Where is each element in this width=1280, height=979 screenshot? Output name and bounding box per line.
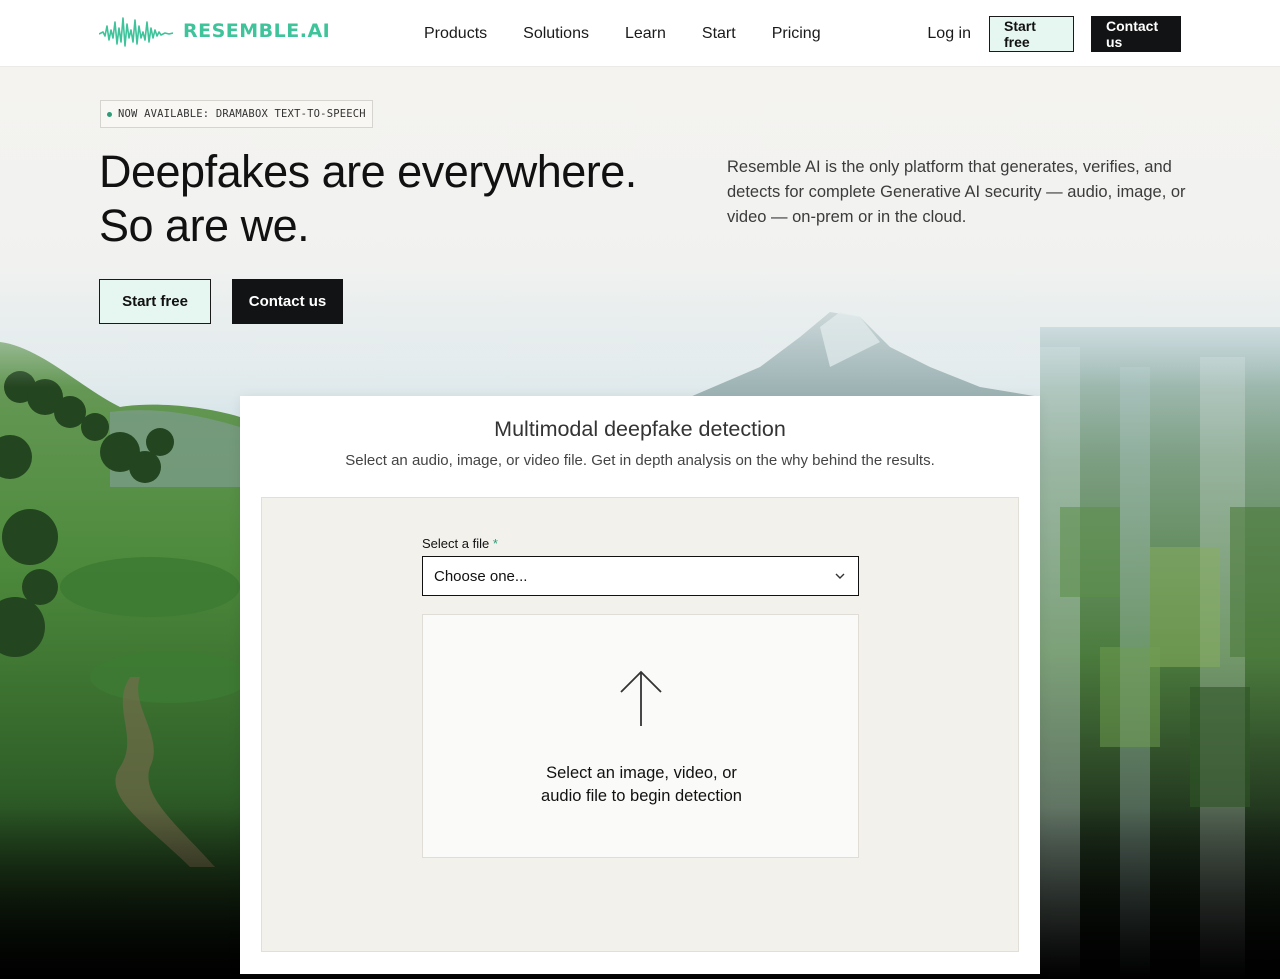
- file-type-select-value: Choose one...: [434, 567, 528, 585]
- hero-description: Resemble AI is the only platform that ge…: [727, 158, 1186, 226]
- nav-actions: Log in Start free Contact us: [927, 0, 1181, 67]
- nav-item-pricing[interactable]: Pricing: [772, 25, 821, 43]
- top-navbar: RESEMBLE.AI Products Solutions Learn Sta…: [0, 0, 1280, 67]
- upload-arrow-icon: [620, 670, 662, 726]
- nav-contact-button[interactable]: Contact us: [1091, 15, 1181, 52]
- detector-subtitle: Select an audio, image, or video file. G…: [345, 452, 935, 469]
- nav-item-start[interactable]: Start: [702, 25, 736, 43]
- primary-nav: Products Solutions Learn Start Pricing: [424, 0, 857, 67]
- detector-panel: Select a file * Choose one... Select an …: [261, 497, 1019, 952]
- nav-start-free-button[interactable]: Start free: [989, 15, 1074, 52]
- nav-item-products[interactable]: Products: [424, 25, 487, 43]
- announcement-badge[interactable]: NOW AVAILABLE: DRAMABOX TEXT-TO-SPEECH: [100, 100, 373, 128]
- file-field-label: Select a file *: [422, 536, 498, 551]
- hero-cta-group: Start free Contact us: [99, 279, 343, 324]
- file-type-select[interactable]: Choose one...: [422, 556, 859, 596]
- dropzone-line-1: Select an image, video, or: [546, 764, 737, 782]
- hero-title-line-2: So are we.: [99, 200, 310, 251]
- waveform-logo-icon: [99, 17, 173, 47]
- dropzone-line-2: audio file to begin detection: [541, 787, 742, 805]
- login-link[interactable]: Log in: [927, 25, 971, 43]
- hero-start-free-button[interactable]: Start free: [99, 279, 211, 324]
- required-asterisk: *: [492, 536, 498, 551]
- nav-item-learn[interactable]: Learn: [625, 25, 666, 43]
- deepfake-detection-card: Multimodal deepfake detection Select an …: [240, 396, 1040, 974]
- file-field-label-text: Select a file: [422, 536, 490, 551]
- chevron-down-icon: [835, 573, 845, 579]
- nav-item-solutions[interactable]: Solutions: [523, 25, 589, 43]
- brand-logo[interactable]: RESEMBLE.AI: [99, 12, 330, 50]
- dropzone-instructions: Select an image, video, or audio file to…: [423, 762, 860, 808]
- status-dot-icon: [107, 111, 112, 117]
- hero-title-line-1: Deepfakes are everywhere.: [99, 146, 637, 197]
- file-dropzone[interactable]: Select an image, video, or audio file to…: [422, 614, 859, 858]
- hero-contact-button[interactable]: Contact us: [232, 279, 343, 324]
- detector-title: Multimodal deepfake detection: [494, 417, 786, 441]
- hero-title: Deepfakes are everywhere. So are we.: [99, 145, 659, 253]
- announcement-text: NOW AVAILABLE: DRAMABOX TEXT-TO-SPEECH: [118, 108, 366, 120]
- brand-wordmark: RESEMBLE.AI: [183, 20, 331, 42]
